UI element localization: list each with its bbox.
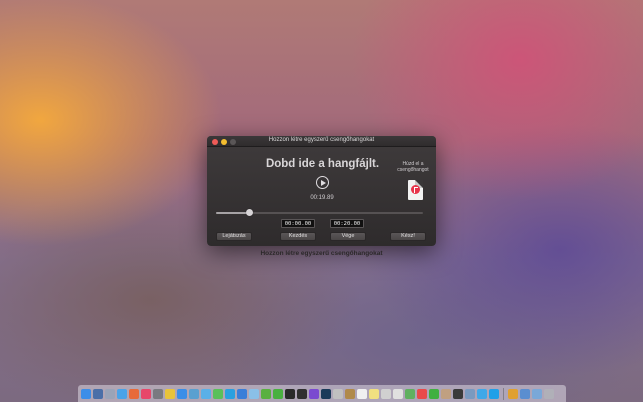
preview-icon[interactable] [381, 388, 391, 399]
slider-knob[interactable] [245, 209, 253, 216]
title-bar[interactable]: Hozzon létre egyszerű csengőhangokat [207, 136, 436, 147]
play-circle-icon[interactable] [316, 176, 329, 189]
photoshop-icon[interactable] [321, 388, 331, 399]
trash-icon[interactable] [544, 388, 554, 399]
done-button[interactable]: Kész! [390, 232, 426, 241]
marketing-caption: Hozzon létre egyszerű csengőhangokat [260, 250, 383, 257]
downloads-icon[interactable] [520, 388, 530, 399]
dashboard-icon[interactable] [93, 388, 103, 399]
leaf-icon[interactable] [261, 388, 271, 399]
dock [78, 385, 566, 402]
contacts-icon[interactable] [441, 388, 451, 399]
archive-icon[interactable] [345, 388, 355, 399]
app-store-icon[interactable] [177, 388, 187, 399]
terminal-icon[interactable] [285, 388, 295, 399]
start-time-field[interactable]: 00:00.00 [281, 219, 315, 228]
flag-icon[interactable] [508, 388, 518, 399]
facetime-icon[interactable] [429, 388, 439, 399]
safari-icon[interactable] [117, 388, 127, 399]
skype-icon[interactable] [225, 388, 235, 399]
dark-app-icon[interactable] [297, 388, 307, 399]
chrome-icon[interactable] [165, 388, 175, 399]
set-end-button[interactable]: Vége [330, 232, 366, 241]
cloud-icon[interactable] [249, 388, 259, 399]
launchpad-icon[interactable] [105, 388, 115, 399]
play-button[interactable]: Lejátszás [216, 232, 252, 241]
photos-icon[interactable] [129, 388, 139, 399]
notes-icon[interactable] [369, 388, 379, 399]
dock-separator [503, 387, 504, 400]
dropbox-icon[interactable] [237, 388, 247, 399]
messages-icon[interactable] [213, 388, 223, 399]
end-time-field[interactable]: 00:20.00 [330, 219, 364, 228]
maps-icon[interactable] [405, 388, 415, 399]
monitor-icon[interactable] [465, 388, 475, 399]
set-start-button[interactable]: Kezdés [280, 232, 316, 241]
window-title: Hozzon létre egyszerű csengőhangokat [268, 137, 375, 143]
slider-fill [216, 212, 250, 214]
skype-blue-icon[interactable] [489, 388, 499, 399]
settings-icon[interactable] [153, 388, 163, 399]
finder-icon[interactable] [81, 388, 91, 399]
documents-icon[interactable] [532, 388, 542, 399]
visual-studio-icon[interactable] [309, 388, 319, 399]
calendar-icon[interactable] [357, 388, 367, 399]
ringtone-file-icon[interactable] [408, 180, 423, 200]
app-window: Hozzon létre egyszerű csengőhangokat [207, 136, 436, 246]
mail-icon[interactable] [201, 388, 211, 399]
lock-icon[interactable] [333, 388, 343, 399]
itunes-icon[interactable] [141, 388, 151, 399]
twitter-icon[interactable] [477, 388, 487, 399]
music-note-icon [411, 185, 420, 194]
duration-label: 00:19.89 [310, 195, 334, 201]
xcode-icon[interactable] [189, 388, 199, 399]
textedit-icon[interactable] [393, 388, 403, 399]
drop-zone-label[interactable]: Dobd ide a hangfájlt. [250, 158, 395, 170]
music-app-icon[interactable] [417, 388, 427, 399]
game-icon[interactable] [453, 388, 463, 399]
evernote-icon[interactable] [273, 388, 283, 399]
drag-hint-label: Húzd el a csengőhangot [397, 161, 429, 173]
